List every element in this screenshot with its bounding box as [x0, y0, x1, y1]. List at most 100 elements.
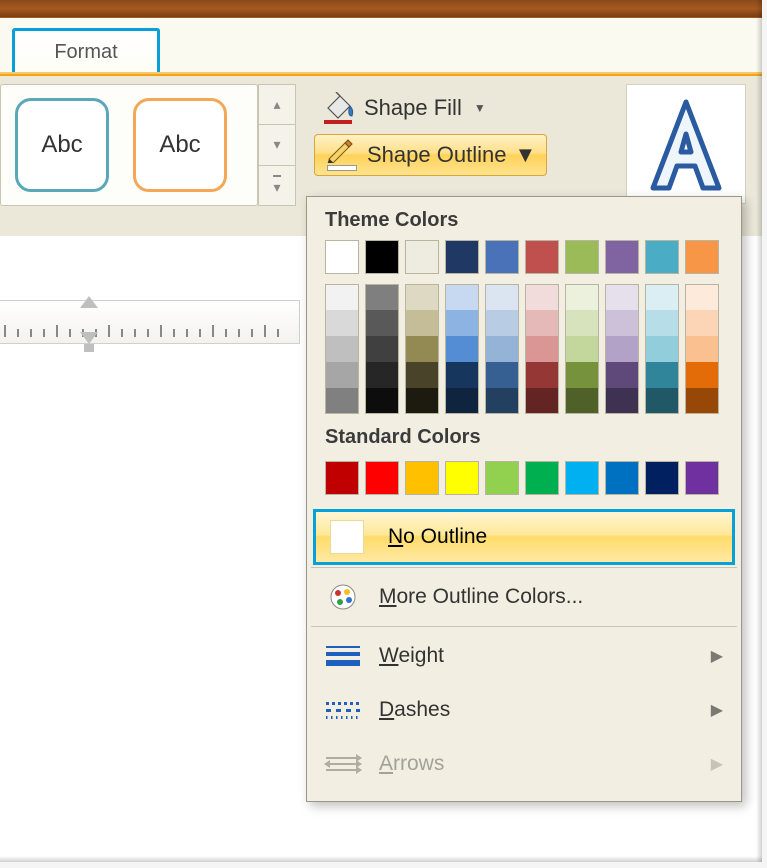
color-swatch[interactable] [605, 284, 639, 310]
tab-format-label: Format [54, 41, 117, 64]
color-swatch[interactable] [645, 310, 679, 336]
shape-style-thumb-1[interactable]: Abc [15, 98, 109, 192]
weight-submenu-item[interactable]: Weight ▶ [307, 629, 741, 683]
shape-fill-button[interactable]: Shape Fill ▼ [314, 88, 547, 128]
paint-bucket-icon [322, 92, 356, 124]
color-swatch[interactable] [525, 240, 559, 274]
color-swatch[interactable] [645, 461, 679, 495]
color-swatch[interactable] [685, 362, 719, 388]
color-swatch[interactable] [405, 310, 439, 336]
indent-marker-top[interactable] [80, 296, 98, 308]
color-swatch[interactable] [445, 240, 479, 274]
color-swatch[interactable] [525, 362, 559, 388]
color-swatch[interactable] [565, 240, 599, 274]
color-swatch[interactable] [405, 284, 439, 310]
color-swatch[interactable] [485, 336, 519, 362]
more-outline-colors-item[interactable]: More Outline Colors... [307, 570, 741, 624]
color-swatch[interactable] [365, 284, 399, 310]
no-outline-label: No Outline [388, 525, 487, 549]
color-swatch[interactable] [445, 388, 479, 414]
color-swatch[interactable] [685, 310, 719, 336]
color-swatch[interactable] [485, 461, 519, 495]
color-swatch[interactable] [605, 310, 639, 336]
color-swatch[interactable] [325, 240, 359, 274]
color-swatch[interactable] [365, 362, 399, 388]
color-swatch[interactable] [405, 362, 439, 388]
theme-tints-grid [307, 274, 741, 414]
standard-colors-title: Standard Colors [307, 414, 741, 457]
color-swatch[interactable] [565, 388, 599, 414]
color-swatch[interactable] [605, 240, 639, 274]
color-swatch[interactable] [325, 362, 359, 388]
color-swatch[interactable] [565, 461, 599, 495]
color-swatch[interactable] [685, 388, 719, 414]
wordart-style-gallery[interactable] [626, 84, 746, 204]
tab-format[interactable]: Format [12, 28, 160, 74]
color-swatch[interactable] [485, 284, 519, 310]
color-swatch[interactable] [445, 461, 479, 495]
chevron-down-icon: ▼ [474, 101, 486, 115]
color-swatch[interactable] [645, 336, 679, 362]
dashes-submenu-item[interactable]: Dashes ▶ [307, 683, 741, 737]
color-swatch[interactable] [325, 388, 359, 414]
color-swatch[interactable] [365, 388, 399, 414]
gallery-scroll-up[interactable]: ▴ [258, 84, 296, 125]
color-swatch[interactable] [565, 310, 599, 336]
chevron-right-icon: ▶ [711, 700, 723, 720]
color-swatch[interactable] [325, 336, 359, 362]
color-swatch[interactable] [565, 336, 599, 362]
color-swatch[interactable] [565, 284, 599, 310]
color-swatch[interactable] [485, 362, 519, 388]
color-swatch[interactable] [685, 336, 719, 362]
color-swatch[interactable] [485, 310, 519, 336]
color-swatch[interactable] [645, 362, 679, 388]
color-swatch[interactable] [685, 240, 719, 274]
color-swatch[interactable] [445, 362, 479, 388]
color-swatch[interactable] [405, 336, 439, 362]
color-swatch[interactable] [645, 388, 679, 414]
color-swatch[interactable] [645, 284, 679, 310]
color-swatch[interactable] [445, 336, 479, 362]
dashes-icon [325, 695, 361, 725]
color-swatch[interactable] [485, 388, 519, 414]
color-swatch[interactable] [365, 240, 399, 274]
palette-icon [325, 582, 361, 612]
gallery-scroll-down[interactable]: ▾ [258, 125, 296, 165]
shape-outline-label: Shape Outline [367, 142, 506, 168]
color-swatch[interactable] [605, 362, 639, 388]
gallery-expand[interactable]: ▾ [258, 166, 296, 206]
color-swatch[interactable] [325, 461, 359, 495]
shape-outline-dropdown: Theme Colors Standard Colors No Outline … [306, 196, 742, 802]
color-swatch[interactable] [525, 336, 559, 362]
shape-style-gallery[interactable]: Abc Abc [0, 84, 258, 206]
weight-label: Weight [379, 644, 444, 668]
color-swatch[interactable] [445, 310, 479, 336]
color-swatch[interactable] [605, 461, 639, 495]
color-swatch[interactable] [645, 240, 679, 274]
shape-fill-label: Shape Fill [364, 95, 462, 121]
color-swatch[interactable] [565, 362, 599, 388]
color-swatch[interactable] [405, 240, 439, 274]
color-swatch[interactable] [365, 310, 399, 336]
color-swatch[interactable] [685, 461, 719, 495]
color-swatch[interactable] [365, 336, 399, 362]
color-swatch[interactable] [405, 388, 439, 414]
indent-marker-bottom[interactable] [80, 332, 98, 344]
shape-style-thumb-2[interactable]: Abc [133, 98, 227, 192]
color-swatch[interactable] [685, 284, 719, 310]
color-swatch[interactable] [325, 310, 359, 336]
color-swatch[interactable] [485, 240, 519, 274]
color-swatch[interactable] [365, 461, 399, 495]
color-swatch[interactable] [525, 284, 559, 310]
color-swatch[interactable] [605, 336, 639, 362]
color-swatch[interactable] [525, 310, 559, 336]
color-swatch[interactable] [525, 388, 559, 414]
wordart-a-icon [641, 94, 731, 194]
color-swatch[interactable] [405, 461, 439, 495]
color-swatch[interactable] [605, 388, 639, 414]
shape-outline-button[interactable]: Shape Outline ▼ [314, 134, 547, 176]
no-outline-item[interactable]: No Outline [313, 509, 735, 565]
color-swatch[interactable] [445, 284, 479, 310]
color-swatch[interactable] [325, 284, 359, 310]
color-swatch[interactable] [525, 461, 559, 495]
